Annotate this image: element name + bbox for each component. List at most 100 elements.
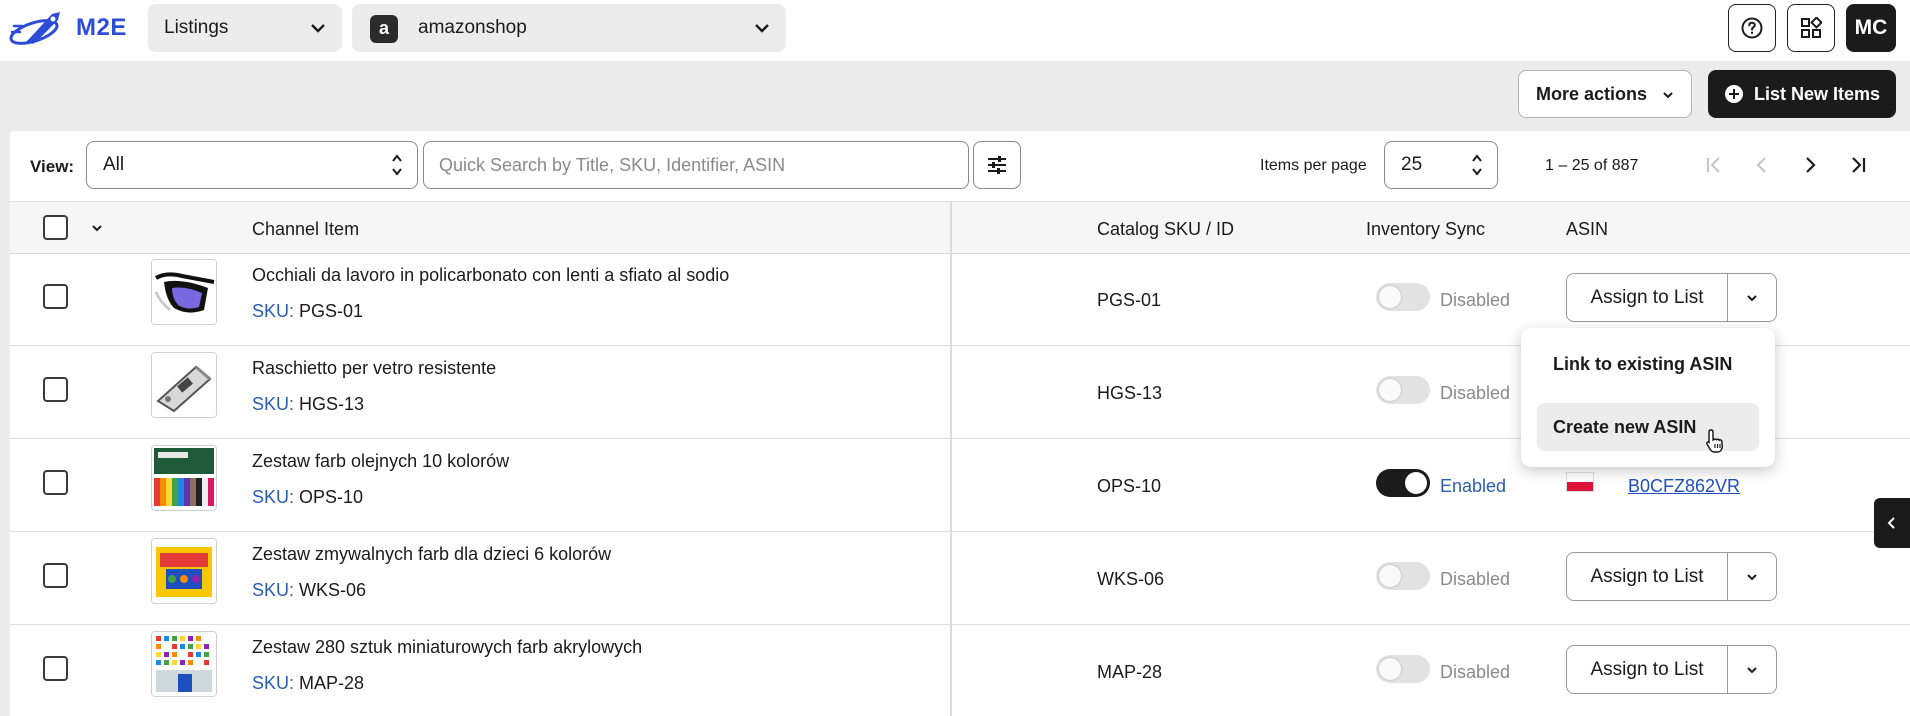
amazon-icon: a	[370, 15, 398, 43]
sku-label: SKU:	[252, 487, 295, 507]
row-checkbox[interactable]	[43, 563, 68, 588]
chevron-right-icon	[1806, 157, 1816, 173]
poland-flag-icon	[1566, 472, 1594, 492]
row-checkbox[interactable]	[43, 656, 68, 681]
help-button[interactable]	[1728, 4, 1776, 52]
sliders-icon	[988, 156, 1006, 174]
first-page-button[interactable]	[1694, 145, 1734, 185]
filter-settings-button[interactable]	[973, 141, 1021, 189]
inventory-sync-toggle[interactable]	[1376, 283, 1430, 311]
product-title[interactable]: Zestaw farb olejnych 10 kolorów	[252, 451, 509, 472]
sku-label: SKU:	[252, 580, 295, 600]
catalog-sku: OPS-10	[1097, 476, 1162, 496]
view-select[interactable]: All	[86, 141, 418, 189]
product-title[interactable]: Occhiali da lavoro in policarbonato con …	[252, 265, 729, 286]
chevron-down-icon	[1747, 666, 1757, 673]
items-per-page-value: 25	[1401, 154, 1423, 175]
last-page-icon	[1852, 157, 1866, 173]
inventory-sync-toggle[interactable]	[1376, 562, 1430, 590]
items-per-page-label: Items per page	[1260, 157, 1367, 174]
select-all-checkbox[interactable]	[43, 215, 68, 240]
first-page-icon	[1707, 157, 1720, 173]
plus-circle-icon	[1725, 85, 1743, 103]
product-thumbnail[interactable]	[151, 538, 217, 604]
asin-options-menu: Link to existing ASIN Create new ASIN	[1521, 328, 1775, 467]
next-page-button[interactable]	[1790, 145, 1830, 185]
product-thumbnail[interactable]	[151, 352, 217, 418]
table-row: Zestaw 280 sztuk miniaturowych farb akry…	[10, 626, 1910, 716]
assign-to-list-button[interactable]: Assign to List	[1567, 274, 1728, 321]
assign-options-toggle[interactable]	[1728, 274, 1776, 321]
assign-to-list-button[interactable]: Assign to List	[1567, 646, 1728, 693]
column-header-catalog-sku: Catalog SKU / ID	[1097, 219, 1235, 239]
m2e-logo[interactable]: M2E	[8, 5, 134, 51]
help-icon	[1741, 17, 1763, 39]
sku-line: SKU: HGS-13	[252, 394, 364, 415]
column-divider	[950, 201, 952, 716]
sku-line: SKU: PGS-01	[252, 301, 363, 322]
logo-text: M2E	[76, 14, 127, 41]
assign-to-list-button[interactable]: Assign to List	[1567, 553, 1728, 600]
column-header-channel-item: Channel Item	[252, 219, 360, 239]
items-per-page-select[interactable]: 25	[1384, 141, 1498, 189]
asin-link[interactable]: B0CFZ862VR	[1628, 476, 1740, 497]
apps-button[interactable]	[1787, 4, 1835, 52]
sku-line: SKU: MAP-28	[252, 673, 364, 694]
row-checkbox[interactable]	[43, 470, 68, 495]
column-header-asin: ASIN	[1566, 219, 1609, 239]
acrylic-paint-set-image	[152, 632, 216, 696]
toggle-knob	[1379, 286, 1401, 308]
shop-select[interactable]: a amazonshop	[352, 4, 786, 52]
glass-scraper-image	[152, 353, 216, 417]
toggle-knob	[1379, 379, 1401, 401]
product-title[interactable]: Zestaw 280 sztuk miniaturowych farb akry…	[252, 637, 642, 658]
assign-to-list-split-button: Assign to List	[1566, 645, 1777, 694]
catalog-sku: HGS-13	[1097, 383, 1163, 403]
catalog-sku: WKS-06	[1097, 569, 1165, 589]
oil-paint-set-image	[152, 446, 216, 510]
inventory-sync-toggle[interactable]	[1376, 655, 1430, 683]
row-checkbox[interactable]	[43, 284, 68, 309]
toggle-knob	[1405, 472, 1427, 494]
product-title[interactable]: Zestaw zmywalnych farb dla dzieci 6 kolo…	[252, 544, 611, 565]
assign-options-toggle[interactable]	[1728, 646, 1776, 693]
side-panel-toggle[interactable]	[1874, 498, 1910, 548]
prev-page-button[interactable]	[1742, 145, 1782, 185]
sku-label: SKU:	[252, 394, 295, 414]
inventory-sync-status: Disabled	[1440, 662, 1511, 682]
link-existing-asin-option[interactable]: Link to existing ASIN	[1537, 340, 1759, 388]
product-title[interactable]: Raschietto per vetro resistente	[252, 358, 496, 379]
safety-glasses-image	[152, 260, 216, 324]
catalog-sku: MAP-28	[1097, 662, 1163, 682]
rocket-logo-icon	[9, 12, 60, 45]
inventory-sync-toggle[interactable]	[1376, 469, 1430, 497]
last-page-button[interactable]	[1838, 145, 1878, 185]
list-new-items-button[interactable]: List New Items	[1708, 70, 1896, 118]
sku-value: HGS-13	[299, 394, 365, 414]
product-thumbnail[interactable]	[151, 259, 217, 325]
chevron-down-icon	[311, 24, 325, 33]
row-checkbox[interactable]	[43, 377, 68, 402]
view-select-value: All	[103, 154, 125, 175]
chevron-down-icon	[755, 24, 769, 33]
user-avatar[interactable]: MC	[1846, 4, 1896, 52]
inventory-sync-status: Disabled	[1440, 383, 1511, 403]
sku-label: SKU:	[252, 673, 295, 693]
table-row: Zestaw zmywalnych farb dla dzieci 6 kolo…	[10, 533, 1910, 625]
top-bar: M2E Listings a amazonshop MC	[0, 0, 1910, 61]
washable-paint-box-image	[152, 539, 216, 603]
product-thumbnail[interactable]	[151, 631, 217, 697]
shop-select-value: amazonshop	[418, 17, 527, 38]
more-actions-button[interactable]: More actions	[1518, 70, 1692, 118]
assign-to-list-split-button: Assign to List	[1566, 273, 1777, 322]
chevron-down-icon[interactable]	[90, 221, 104, 235]
listings-select[interactable]: Listings	[148, 4, 342, 52]
assign-options-toggle[interactable]	[1728, 553, 1776, 600]
apps-grid-icon	[1801, 17, 1822, 38]
inventory-sync-toggle[interactable]	[1376, 376, 1430, 404]
product-thumbnail[interactable]	[151, 445, 217, 511]
list-new-items-label: List New Items	[1754, 83, 1881, 104]
sku-value: MAP-28	[299, 673, 365, 693]
quick-search-input[interactable]	[423, 141, 969, 189]
sku-value: WKS-06	[299, 580, 367, 600]
